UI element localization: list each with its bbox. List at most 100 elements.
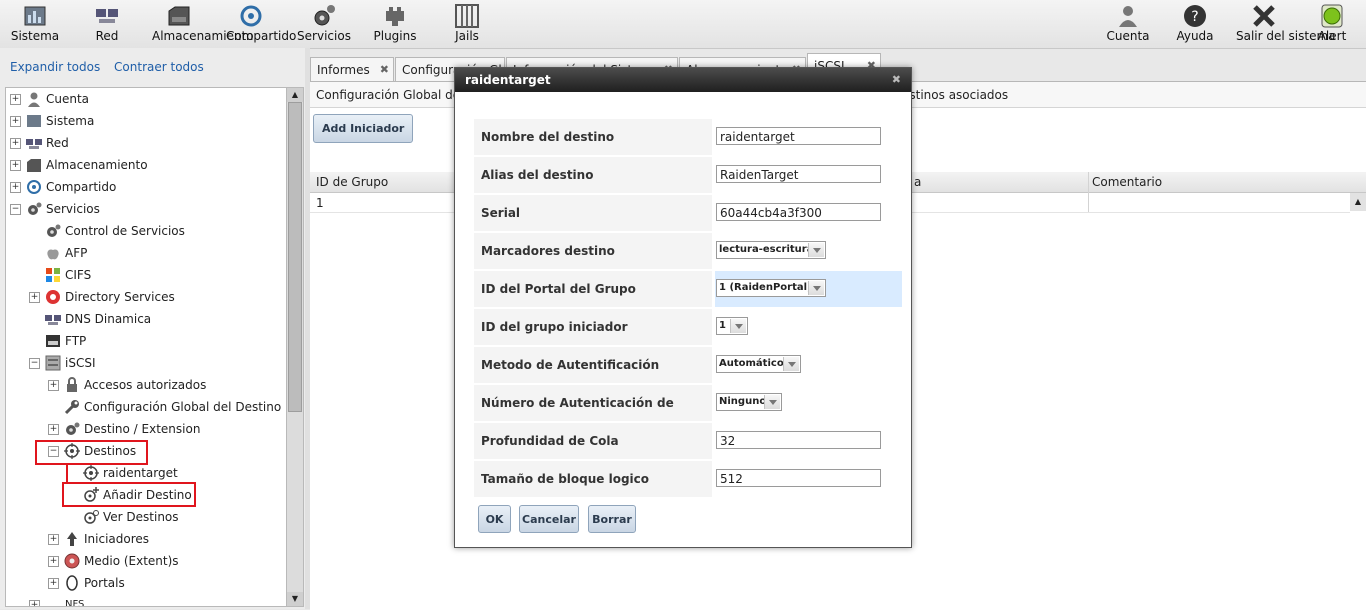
field-label: ID del grupo iniciador (474, 309, 712, 345)
auth-group-select[interactable]: Ninguno (716, 393, 782, 411)
toolbar-network-button[interactable]: Red (82, 0, 132, 48)
field-label: Número de Autenticación de Grupo (474, 385, 712, 446)
select-value: Ninguno (719, 396, 767, 407)
help-icon: ? (1184, 5, 1206, 27)
toolbar-system-button[interactable]: Sistema (5, 0, 65, 48)
subtab-associated-targets[interactable]: estinos asociados (902, 88, 1008, 102)
column-header-group-id[interactable]: ID de Grupo (316, 175, 388, 189)
expander-toggle[interactable]: + (10, 94, 21, 105)
field-row-queue-depth: Profundidad de Cola 32 (474, 423, 902, 459)
add-initiator-button[interactable]: Add Iniciador (313, 114, 414, 143)
serial-input[interactable]: 60a44cb4a3f300 (716, 203, 881, 221)
collapse-all-link[interactable]: Contraer todos (114, 60, 204, 74)
field-row-auth-group-number: Número de Autenticación de Grupo Ninguno (474, 385, 902, 446)
expander-toggle[interactable]: + (48, 578, 59, 589)
tree-item-label: Compartido (46, 180, 117, 194)
lock-icon (67, 377, 77, 392)
subtab-global-config[interactable]: Configuración Global de (316, 88, 460, 102)
expand-all-link[interactable]: Expandir todos (10, 60, 100, 74)
expander-toggle[interactable]: + (29, 600, 40, 606)
scroll-up-arrow-icon[interactable]: ▲ (287, 88, 303, 102)
select-value: lectura-escritura (719, 244, 814, 255)
tree-item-label: Destino / Extension (84, 422, 201, 436)
field-label: Tamaño de bloque logico (474, 461, 712, 497)
target-extent-icon (66, 422, 80, 435)
collapse-toggle[interactable]: − (10, 204, 21, 215)
toolbar-logout-button[interactable]: Salir del sistema (1236, 0, 1336, 48)
queue-depth-input[interactable]: 32 (716, 431, 881, 449)
scroll-thumb[interactable] (288, 102, 302, 412)
plugins-icon (386, 7, 404, 26)
block-size-input[interactable]: 512 (716, 469, 881, 487)
edit-target-dialog: raidentarget ✖ Nombre del destino raiden… (454, 67, 912, 548)
chevron-down-icon[interactable] (764, 395, 780, 409)
expander-toggle[interactable]: + (10, 182, 21, 193)
target-flags-select[interactable]: lectura-escritura (716, 241, 826, 259)
toolbar-alert-button[interactable]: Alert (1308, 0, 1356, 48)
ok-button[interactable]: OK (478, 505, 511, 533)
field-label: Metodo de Autentificación (474, 347, 712, 383)
expander-toggle[interactable]: + (48, 380, 59, 391)
chevron-down-icon[interactable] (783, 357, 799, 371)
dialog-title: raidentarget (465, 73, 551, 87)
auth-method-select[interactable]: Automático (716, 355, 801, 373)
tab-reports[interactable]: Informes ✖ (310, 57, 394, 81)
network-icon (45, 315, 61, 325)
scroll-down-arrow-icon[interactable]: ▼ (287, 592, 303, 606)
expander-toggle[interactable]: + (29, 292, 40, 303)
chevron-down-icon[interactable] (730, 319, 746, 333)
toolbar-jails-button[interactable]: Jails (442, 0, 492, 48)
grid-scroll-up-icon[interactable]: ▲ (1350, 193, 1366, 211)
account-icon (1119, 6, 1137, 27)
storage-icon (168, 6, 190, 26)
expander-toggle[interactable]: + (10, 138, 21, 149)
field-row-target-alias: Alias del destino RaidenTarget (474, 157, 902, 193)
target-name-input[interactable]: raidentarget (716, 127, 881, 145)
initiator-icon (67, 532, 77, 546)
highlight-connector (66, 464, 68, 483)
tree-item-label: Cuenta (46, 92, 90, 106)
toolbar-label: Jails (455, 29, 479, 43)
toolbar-services-button[interactable]: Servicios (296, 0, 352, 48)
tree-scrollbar[interactable]: ▲ ▼ (286, 87, 304, 607)
navigation-tree: + Cuenta + Sistema + Red + Almacenamient… (5, 87, 288, 607)
delete-button[interactable]: Borrar (588, 505, 636, 533)
tree-item-label: Almacenamiento (46, 158, 148, 172)
jails-icon (455, 4, 479, 28)
toolbar-storage-button[interactable]: Almacenamiento (152, 0, 254, 48)
target-icon (83, 465, 99, 481)
expander-toggle[interactable]: + (48, 534, 59, 545)
cancel-button[interactable]: Cancelar (519, 505, 579, 533)
tree-item-label: Accesos autorizados (84, 378, 207, 392)
dialog-title-bar[interactable]: raidentarget ✖ (455, 68, 911, 92)
tree-item-label: Red (46, 136, 69, 150)
expander-toggle[interactable]: + (48, 556, 59, 567)
expander-toggle[interactable]: + (48, 424, 59, 435)
chevron-down-icon[interactable] (808, 281, 824, 295)
toolbar-account-button[interactable]: Cuenta (1103, 0, 1153, 48)
select-value: 1 (719, 320, 726, 331)
target-alias-input[interactable]: RaidenTarget (716, 165, 881, 183)
wrench-icon (64, 400, 79, 415)
expander-toggle[interactable]: + (10, 160, 21, 171)
expander-toggle[interactable]: + (10, 116, 21, 127)
dialog-close-icon[interactable]: ✖ (892, 68, 901, 92)
highlight-box-add-target (62, 482, 196, 507)
toolbar-help-button[interactable]: ? Ayuda (1170, 0, 1220, 48)
close-icon[interactable]: ✖ (380, 58, 389, 81)
system-icon (27, 115, 41, 127)
collapse-toggle[interactable]: − (29, 358, 40, 369)
tree-item-label: CIFS (65, 268, 92, 282)
column-header-partial[interactable]: a (914, 175, 921, 189)
column-header-comment[interactable]: Comentario (1092, 175, 1162, 189)
toolbar-sharing-button[interactable]: Compartido (226, 0, 296, 48)
portal-group-select[interactable]: 1 (RaidenPortal) (716, 279, 826, 297)
tree-links: Expandir todos Contraer todos (10, 60, 214, 74)
field-row-portal-group-id: ID del Portal del Grupo 1 (RaidenPortal) (474, 271, 902, 307)
initiator-group-select[interactable]: 1 (716, 317, 748, 335)
field-row-initiator-group-id: ID del grupo iniciador 1 (474, 309, 902, 345)
toolbar-plugins-button[interactable]: Plugins (370, 0, 420, 48)
chevron-down-icon[interactable] (808, 243, 824, 257)
toolbar-label: Alert (1317, 29, 1347, 43)
portal-icon (66, 575, 78, 591)
